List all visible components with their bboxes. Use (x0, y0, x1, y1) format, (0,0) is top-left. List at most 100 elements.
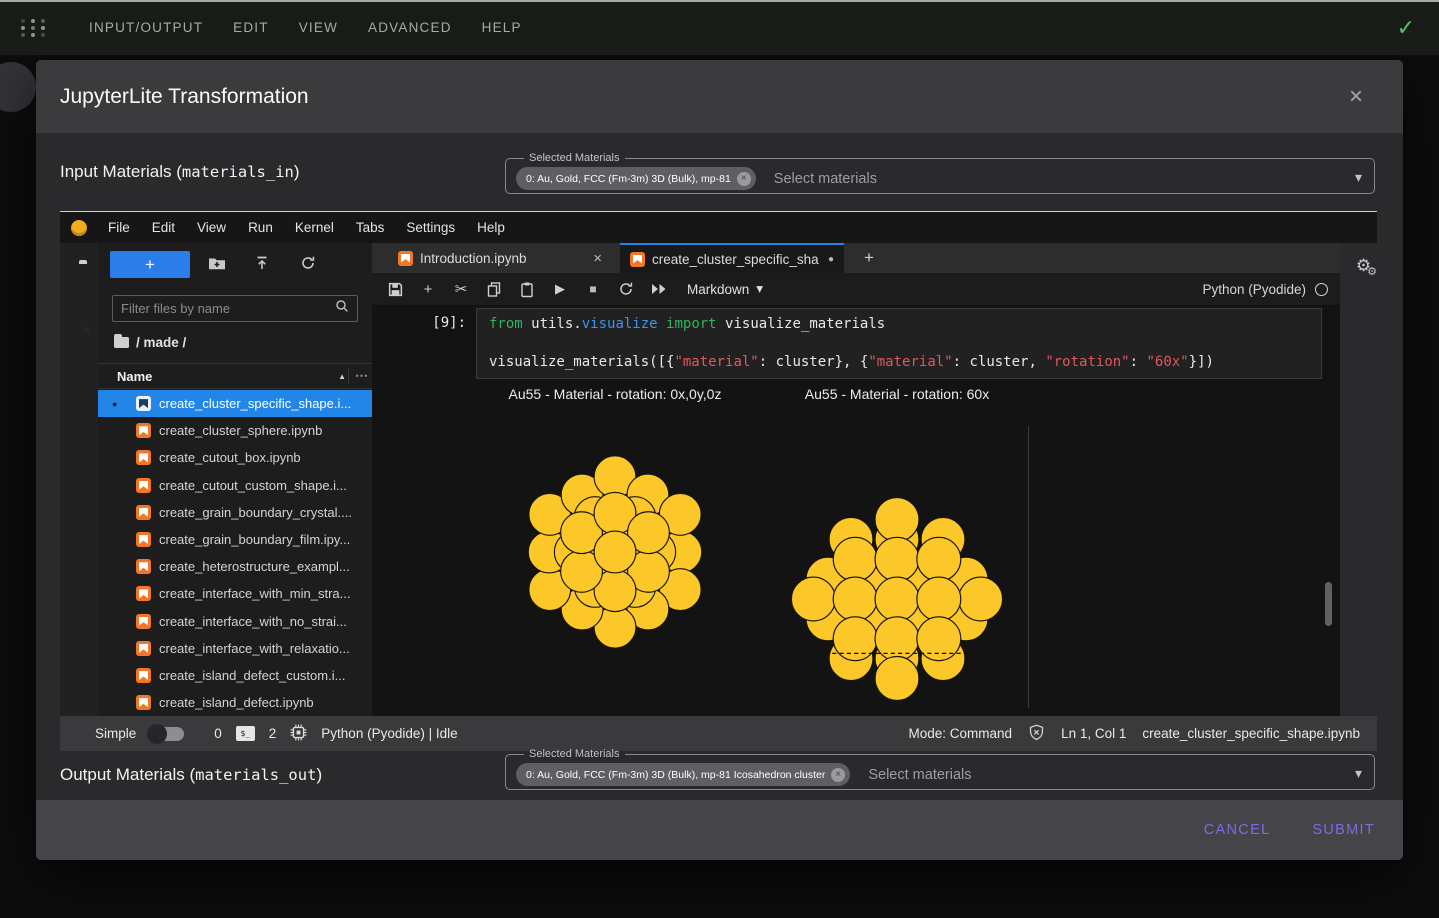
terminal-count[interactable]: 2 (269, 726, 277, 741)
file-name: create_island_defect.ipynb (159, 695, 314, 711)
app-menu-input-output[interactable]: INPUT/OUTPUT (74, 10, 218, 45)
input-material-chip[interactable]: 0: Au, Gold, FCC (Fm-3m) 3D (Bulk), mp-8… (516, 167, 756, 190)
app-menu-advanced[interactable]: ADVANCED (353, 10, 467, 45)
cancel-button[interactable]: CANCEL (1190, 812, 1285, 848)
submit-button[interactable]: SUBMIT (1298, 812, 1389, 848)
jupyter-menu-kernel[interactable]: Kernel (284, 214, 345, 241)
sort-ascending-icon[interactable]: ▲ (338, 372, 346, 381)
file-row[interactable]: create_interface_with_no_strai... (98, 608, 372, 635)
tab-create-cluster-specific-shape[interactable]: create_cluster_specific_sha ● (620, 243, 844, 273)
new-launcher-button[interactable]: + (110, 251, 190, 278)
app-menu-bar: INPUT/OUTPUT EDIT VIEW ADVANCED HELP (74, 10, 537, 45)
code-cell-editor[interactable]: from utils.visualize import visualize_ma… (476, 308, 1322, 379)
app-logo-icon[interactable] (20, 15, 46, 41)
app-bar: INPUT/OUTPUT EDIT VIEW ADVANCED HELP ✓ (0, 0, 1439, 55)
column-menu-icon[interactable]: ⋯ (348, 368, 368, 384)
jupyter-menu-tabs[interactable]: Tabs (345, 214, 396, 241)
output-title-left: Au55 - Material - rotation: 0x,0y,0z (508, 386, 722, 402)
jupyter-menu-file[interactable]: File (97, 214, 141, 241)
file-row[interactable]: create_island_defect_custom.i... (98, 662, 372, 689)
restart-run-all-icon[interactable] (649, 279, 669, 299)
close-icon[interactable]: × (1349, 84, 1363, 109)
new-tab-button[interactable]: + (854, 243, 884, 273)
add-cell-icon[interactable]: + (418, 279, 438, 299)
output-materials-select[interactable]: Selected Materials 0: Au, Gold, FCC (Fm-… (505, 748, 1375, 790)
app-menu-view[interactable]: VIEW (284, 10, 353, 45)
file-row[interactable]: create_interface_with_relaxatio... (98, 635, 372, 662)
file-row[interactable]: create_cluster_sphere.ipynb (98, 417, 372, 444)
file-row[interactable]: create_grain_boundary_crystal.... (98, 499, 372, 526)
dropdown-caret-icon[interactable]: ▾ (1355, 169, 1362, 186)
input-materials-select[interactable]: Selected Materials 0: Au, Gold, FCC (Fm-… (505, 152, 1375, 194)
filter-files-field (112, 295, 358, 322)
refresh-icon[interactable] (300, 255, 316, 276)
file-row[interactable]: create_grain_boundary_film.ipy... (98, 526, 372, 553)
run-cell-icon[interactable]: ▶ (550, 279, 570, 299)
breadcrumb-path[interactable]: / made / (136, 335, 186, 350)
kernel-indicator[interactable]: Python (Pyodide) (1202, 282, 1328, 297)
file-list: ● create_cluster_specific_shape.i... creat… (98, 390, 372, 716)
trust-shield-icon[interactable] (1028, 724, 1045, 744)
notebook-icon (136, 640, 151, 656)
output-title-right: Au55 - Material - rotation: 60x (804, 386, 990, 402)
cut-cells-icon[interactable]: ✂ (451, 279, 471, 299)
upload-icon[interactable] (254, 255, 270, 276)
terminal-icon[interactable]: $_ (235, 726, 255, 741)
cluster-visualization-60x[interactable] (782, 484, 1012, 714)
output-materials-label: Output Materials (materials_out) (60, 765, 323, 784)
file-name: create_heterostructure_exampl... (159, 559, 350, 575)
jupyterlite-app: File Edit View Run Kernel Tabs Settings Help + (60, 211, 1377, 751)
select-materials-placeholder: Select materials (868, 766, 972, 783)
screen: INPUT/OUTPUT EDIT VIEW ADVANCED HELP ✓ Jupyt… (0, 0, 1439, 918)
kernel-status-text[interactable]: Python (Pyodide) | Idle (321, 726, 457, 741)
name-column-header[interactable]: Name (117, 369, 152, 384)
simple-mode-toggle[interactable] (147, 723, 185, 744)
tab-introduction[interactable]: Introduction.ipynb × (388, 243, 612, 273)
chip-delete-icon[interactable]: × (831, 767, 846, 782)
jupyter-menu-view[interactable]: View (186, 214, 237, 241)
cell-type-dropdown[interactable]: Markdown ▾ (687, 281, 763, 297)
kernel-status-icon (1315, 282, 1328, 296)
activity-bar (60, 243, 98, 716)
right-gap (1340, 243, 1377, 716)
tab-close-icon[interactable]: × (593, 250, 602, 267)
chip-delete-icon[interactable]: × (736, 171, 751, 186)
file-row[interactable]: ● create_cluster_specific_shape.i... (98, 390, 372, 418)
cpu-chip-icon[interactable] (290, 724, 307, 744)
command-mode-indicator[interactable]: Mode: Command (909, 726, 1013, 741)
file-row[interactable]: create_island_defect.ipynb (98, 689, 372, 716)
jupyter-menu-edit[interactable]: Edit (141, 214, 186, 241)
home-folder-icon[interactable] (114, 334, 129, 348)
file-list-header: Name ▲ ⋯ (98, 363, 372, 389)
paste-cells-icon[interactable] (517, 279, 537, 299)
scrollbar-thumb[interactable] (1325, 582, 1332, 626)
dropdown-caret-icon[interactable]: ▾ (1355, 765, 1362, 782)
jupyter-menu-help[interactable]: Help (466, 214, 516, 241)
settings-gears-icon[interactable]: ⚙⚙ (1356, 256, 1377, 278)
restart-kernel-icon[interactable] (616, 279, 636, 299)
breadcrumb: / made / (114, 334, 186, 350)
file-row[interactable]: create_heterostructure_exampl... (98, 553, 372, 580)
copy-cells-icon[interactable] (484, 279, 504, 299)
file-row[interactable]: create_cutout_box.ipynb (98, 444, 372, 471)
cursor-position[interactable]: Ln 1, Col 1 (1061, 726, 1126, 741)
cluster-visualization-0[interactable] (500, 437, 730, 667)
new-folder-icon[interactable] (208, 255, 226, 276)
file-row[interactable]: create_interface_with_min_stra... (98, 580, 372, 607)
jupyter-menu-settings[interactable]: Settings (395, 214, 466, 241)
save-icon[interactable] (385, 279, 405, 299)
app-menu-help[interactable]: HELP (467, 10, 537, 45)
filter-files-input[interactable] (113, 301, 335, 316)
kernel-count[interactable]: 0 (214, 726, 222, 741)
file-name: create_island_defect_custom.i... (159, 667, 346, 683)
file-name: create_interface_with_no_strai... (159, 613, 347, 629)
search-icon (335, 299, 349, 318)
output-material-chip[interactable]: 0: Au, Gold, FCC (Fm-3m) 3D (Bulk), mp-8… (516, 763, 851, 786)
file-browser-toolbar: + (98, 251, 372, 279)
jupyter-menu-run[interactable]: Run (237, 214, 284, 241)
file-row[interactable]: create_cutout_custom_shape.i... (98, 472, 372, 499)
app-menu-edit[interactable]: EDIT (218, 10, 284, 45)
status-bar: Simple 0 $_ 2 Python (Pyodide) | Idle Mo… (60, 716, 1377, 751)
stop-kernel-icon[interactable]: ■ (583, 279, 603, 299)
confirm-check-icon[interactable]: ✓ (1397, 15, 1415, 41)
